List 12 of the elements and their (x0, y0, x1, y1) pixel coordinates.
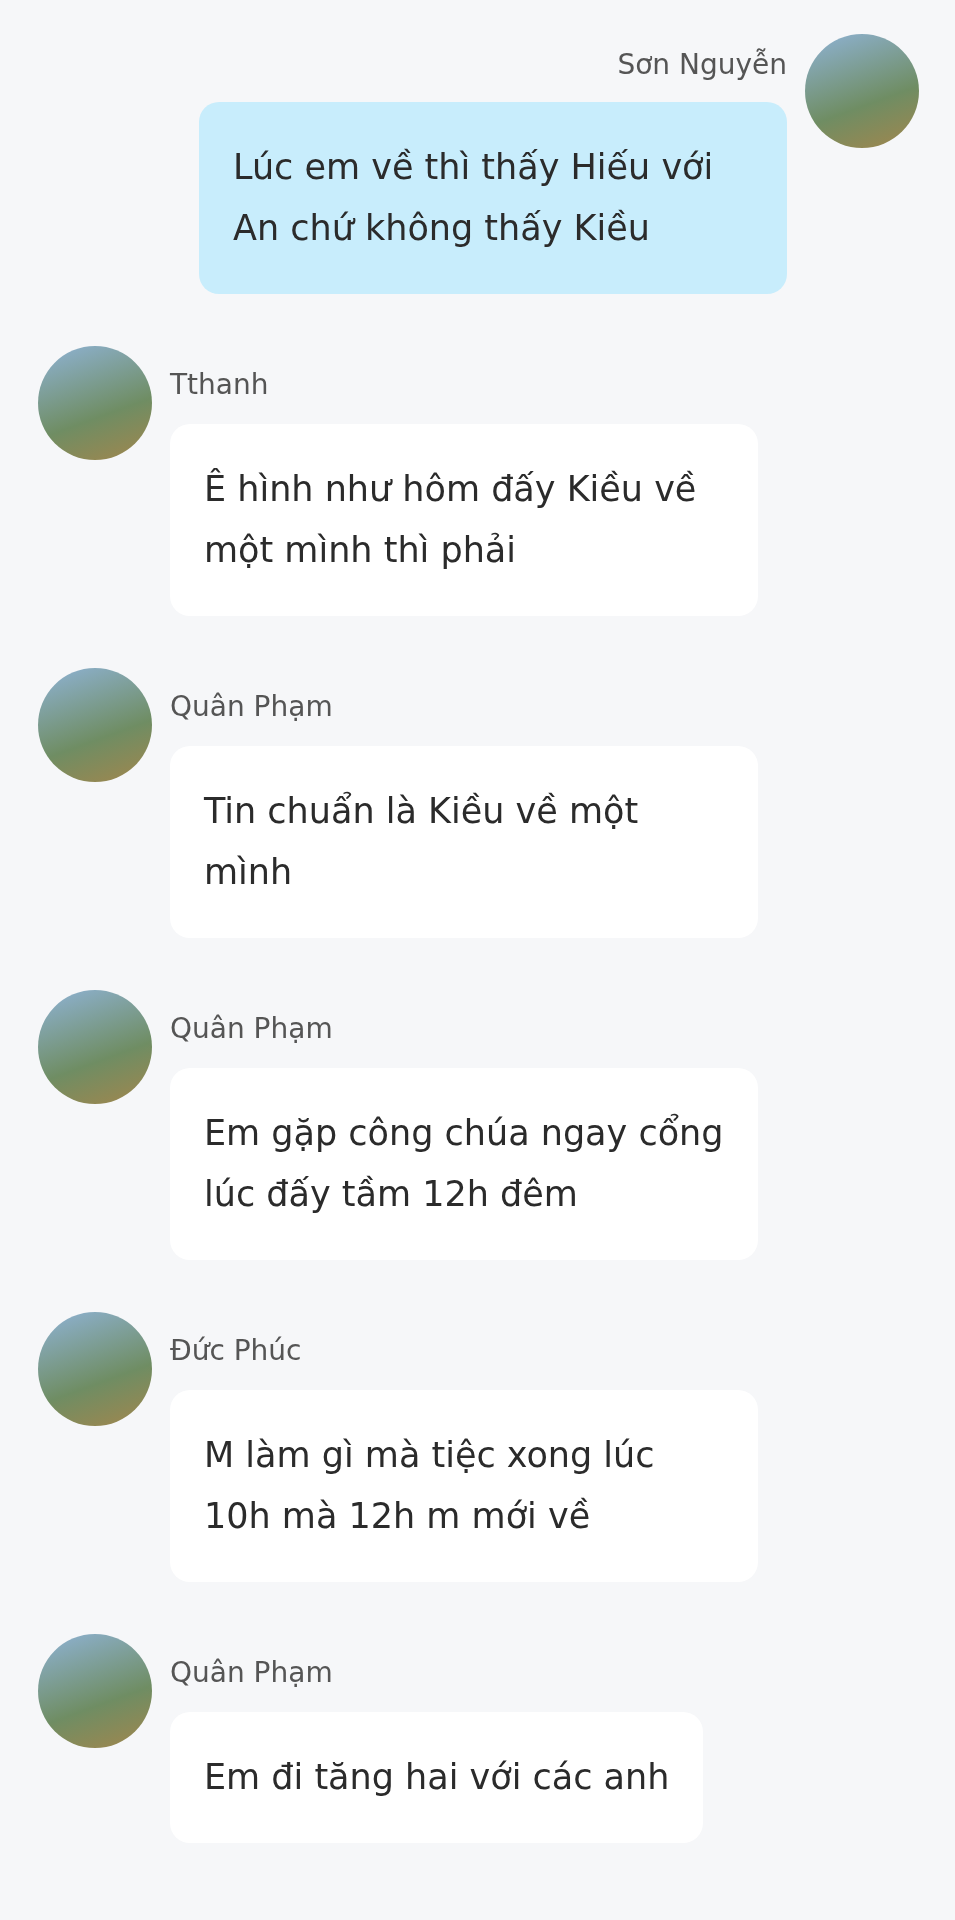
sender-name: Sơn Nguyễn (617, 48, 787, 82)
message-bubble: Ê hình như hôm đấy Kiều về một mình thì phải (170, 424, 758, 616)
sender-name: Tthanh (170, 368, 270, 402)
message-bubble: Em gặp công chúa ngay cổng lúc đấy tầm 12h đêm (170, 1068, 758, 1260)
message-bubble: M làm gì mà tiệc xong lúc 10h mà 12h m mới về (170, 1390, 758, 1582)
message-bubble: Em đi tăng hai với các anh (170, 1712, 704, 1843)
sender-name: Quân Phạm (170, 1656, 334, 1690)
message-bubble: Tin chuẩn là Kiều về một mình (170, 746, 758, 938)
message-bubble: Lúc em về thì thấy Hiếu với An chứ không thấy Kiều (199, 102, 787, 294)
sender-name: Đức Phúc (170, 1334, 303, 1368)
sender-name: Quân Phạm (170, 1012, 334, 1046)
sender-name: Quân Phạm (170, 690, 334, 724)
